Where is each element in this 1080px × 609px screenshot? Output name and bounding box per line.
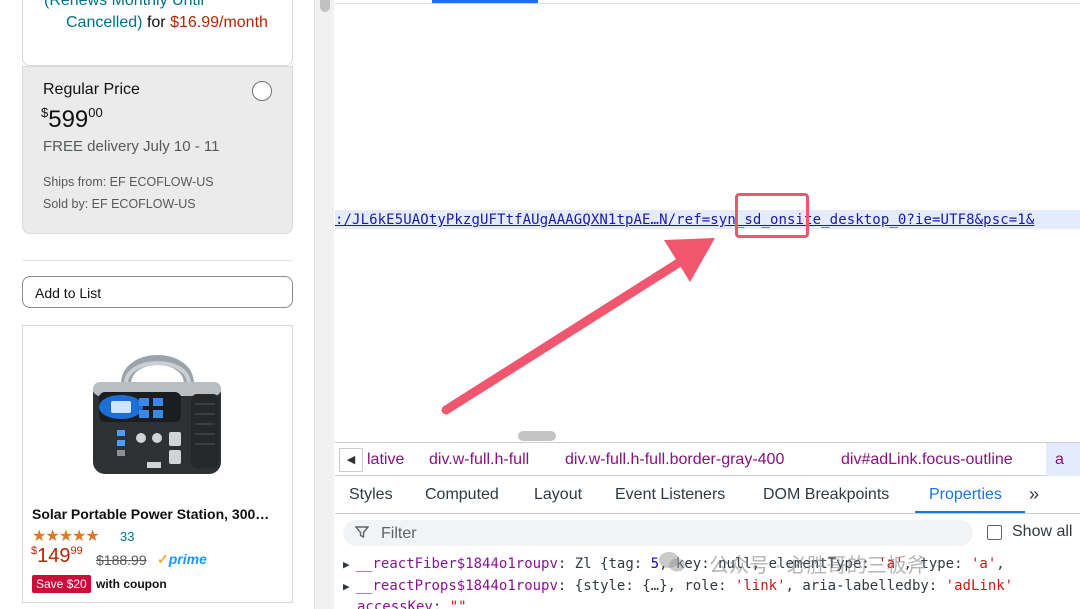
expand-triangle-icon[interactable]: ▶: [343, 580, 350, 593]
property-value: 'link': [734, 578, 786, 594]
delivery-text: FREE delivery July 10 - 11: [43, 138, 220, 155]
more-tabs-icon[interactable]: »: [1029, 484, 1039, 505]
breadcrumb-item[interactable]: div#adLink.focus-outline: [841, 451, 1013, 469]
breadcrumb-item[interactable]: div.w-full.h-full: [429, 451, 529, 469]
tab-layout[interactable]: Layout: [534, 486, 582, 504]
ad-product-title[interactable]: Solar Portable Power Station, 300…: [32, 506, 269, 522]
review-count[interactable]: 33: [120, 529, 134, 544]
sponsored-product-card[interactable]: Solar Portable Power Station, 300… ★★★★★…: [22, 325, 293, 603]
section-divider: [22, 260, 293, 261]
price-fraction: 00: [88, 105, 103, 120]
tab-dom-breakpoints[interactable]: DOM Breakpoints: [763, 486, 889, 504]
property-value: ,: [996, 556, 1005, 572]
subscription-for-text: for: [146, 14, 166, 31]
annotation-highlight-box: [735, 193, 809, 238]
coupon-badge: Save $20: [32, 575, 91, 593]
power-station-image[interactable]: [81, 334, 231, 482]
ad-list-price: $188.99: [96, 552, 147, 568]
elements-dom-tree[interactable]: :/JL6kE5UAOtyPkzgUFTtfAUgAAAGQXN1tpAE…N/…: [335, 4, 1080, 442]
property-value: "": [449, 599, 467, 609]
property-value: , aria-labelledby:: [785, 578, 946, 594]
property-key: accessKey: [357, 599, 433, 609]
property-row[interactable]: ▶ __reactProps$1844o1roupv: {style: {…}, …: [343, 578, 1013, 598]
subscription-renew-text: (Renews Monthly Until: [44, 0, 205, 9]
screen: (Renews Monthly Until Cancelled) for $16…: [0, 0, 1080, 609]
breadcrumb-item-active[interactable]: a: [1055, 451, 1064, 469]
watermark-text: 公众号 · 必胜哥的三板斧: [655, 549, 927, 578]
dom-horizontal-scrollbar[interactable]: [518, 431, 556, 441]
breadcrumb-item[interactable]: div.w-full.h-full.border-gray-400: [565, 451, 784, 469]
watermark-label: 公众号 · 必胜哥的三板斧: [709, 555, 927, 577]
regular-price-option[interactable]: Regular Price $59900 FREE delivery July …: [22, 66, 293, 234]
ships-from-text: Ships from: EF ECOFLOW-US: [43, 175, 214, 189]
property-value: : {style: {…}, role:: [557, 578, 735, 594]
show-all-label[interactable]: Show all: [1012, 523, 1072, 541]
breadcrumb-scroll-left-icon[interactable]: ◀: [339, 448, 363, 472]
subscription-cancelled-text: Cancelled): [66, 14, 143, 31]
add-to-list-button[interactable]: Add to List: [22, 276, 293, 308]
regular-price-radio[interactable]: [252, 81, 272, 101]
filter-bar: Filter Show all: [335, 514, 1080, 552]
property-key: __reactFiber$1844o1roupv: [355, 556, 558, 572]
selected-node-href[interactable]: :/JL6kE5UAOtyPkzgUFTtfAUgAAAGQXN1tpAE…N/…: [335, 212, 1034, 228]
property-value: 'adLink': [945, 578, 1014, 594]
filter-icon: [354, 525, 370, 543]
ad-price-whole: 149: [37, 545, 71, 567]
tab-properties[interactable]: Properties: [929, 486, 1002, 504]
property-value: : Zl {tag:: [557, 556, 651, 572]
page-scrollbar-thumb[interactable]: [320, 0, 330, 12]
prime-label: prime: [168, 551, 207, 567]
breadcrumb-item[interactable]: lative: [367, 451, 404, 469]
star-rating-icon[interactable]: ★★★★★: [32, 526, 100, 546]
product-buy-box: (Renews Monthly Until Cancelled) for $16…: [0, 0, 320, 609]
ad-price: $14999: [31, 545, 83, 568]
expand-triangle-icon[interactable]: ▶: [343, 558, 350, 571]
property-value: 'a': [970, 556, 997, 572]
tab-styles[interactable]: Styles: [349, 486, 393, 504]
show-all-checkbox[interactable]: [987, 525, 1002, 540]
price-whole: 599: [48, 106, 89, 133]
page-scrollbar[interactable]: [314, 0, 334, 609]
breadcrumb: ◀ lative div.w-full.h-full div.w-full.h-…: [335, 442, 1080, 476]
regular-price-title: Regular Price: [43, 81, 140, 98]
filter-input[interactable]: Filter: [343, 520, 973, 546]
prime-check-icon: ✓: [157, 551, 169, 567]
coupon-text: with coupon: [96, 577, 167, 591]
tab-event-listeners[interactable]: Event Listeners: [615, 486, 725, 504]
subscription-price: $16.99/month: [170, 14, 268, 31]
sidebar-tabs: Styles Computed Layout Event Listeners D…: [335, 476, 1080, 514]
sold-by-text: Sold by: EF ECOFLOW-US: [43, 197, 196, 211]
property-row[interactable]: accessKey: "": [357, 599, 467, 609]
tab-computed[interactable]: Computed: [425, 486, 499, 504]
subscription-price-line: Cancelled) for $16.99/month: [66, 14, 268, 32]
active-tab-underline: [915, 511, 1025, 513]
filter-placeholder: Filter: [381, 525, 417, 542]
prime-badge-icon: ✓prime: [157, 551, 207, 568]
ad-price-fraction: 99: [70, 545, 83, 557]
property-value: :: [432, 599, 450, 609]
property-key: __reactProps$1844o1roupv: [355, 578, 558, 594]
regular-price-value: $59900: [41, 105, 103, 134]
devtools-panel: :/JL6kE5UAOtyPkzgUFTtfAUgAAAGQXN1tpAE…N/…: [335, 0, 1080, 609]
